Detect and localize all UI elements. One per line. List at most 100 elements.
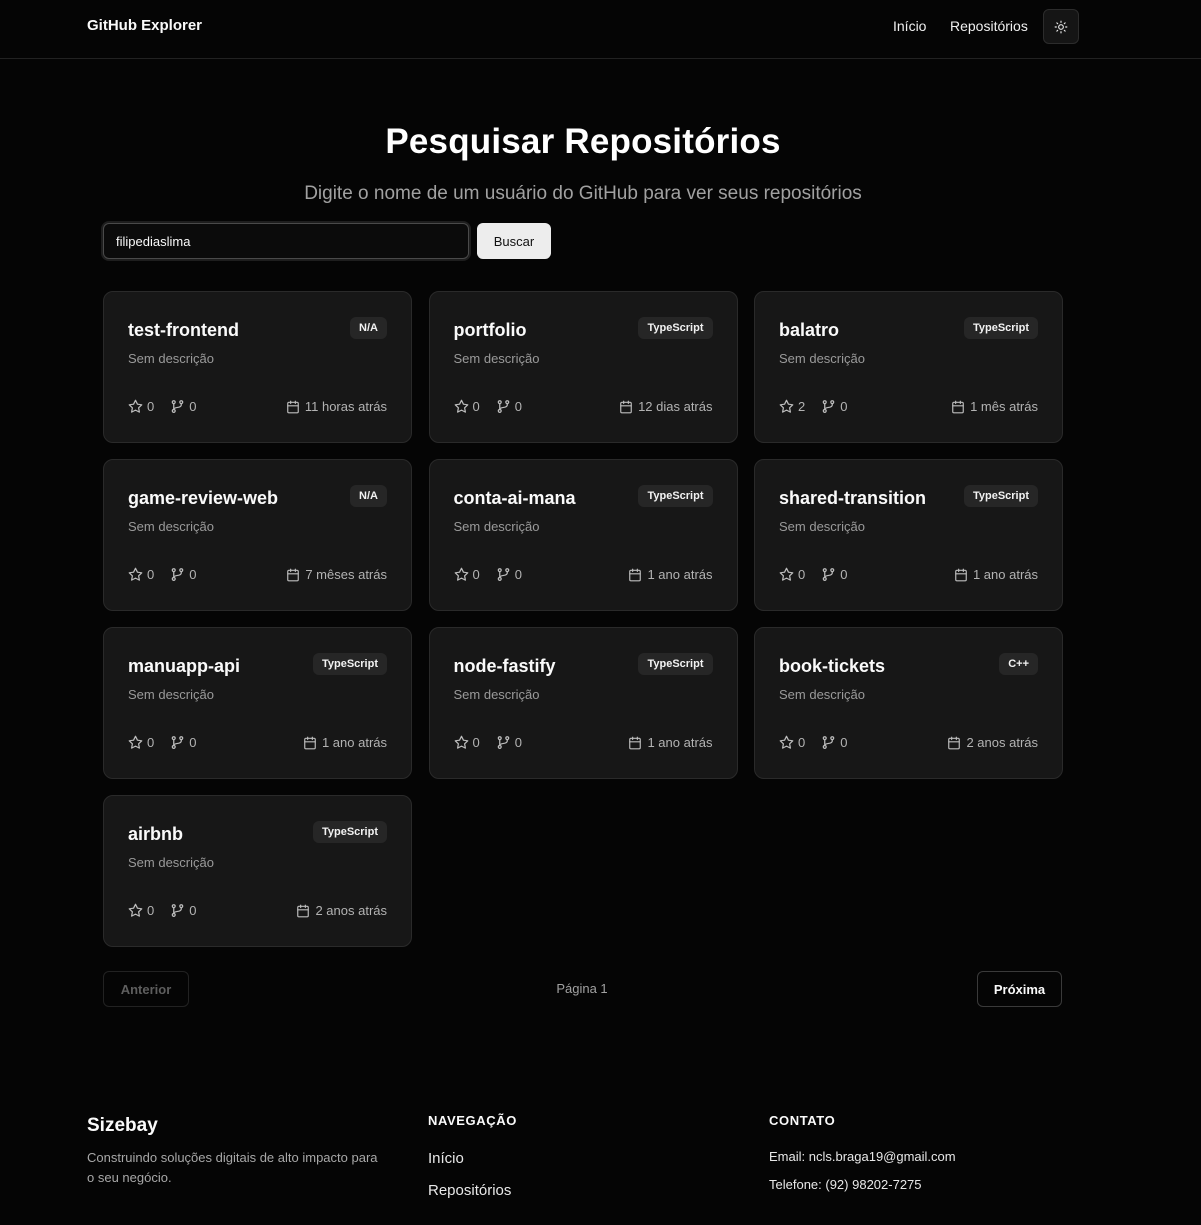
calendar-icon [297, 904, 310, 917]
language-badge: TypeScript [963, 317, 1038, 339]
fork-count: 0 [170, 567, 196, 582]
calendar-icon [304, 736, 316, 749]
repo-description: Sem descrição [779, 351, 865, 366]
fork-count-value: 0 [189, 903, 197, 918]
nav-link-inicio[interactable]: Início [893, 18, 926, 34]
repo-name[interactable]: game-review-web [128, 488, 278, 509]
repo-name[interactable]: conta-ai-mana [454, 488, 576, 509]
star-count-value: 0 [798, 567, 806, 582]
fork-count: 0 [496, 735, 522, 750]
updated-at-value: 7 mêses atrás [305, 567, 387, 582]
calendar-icon [620, 400, 632, 413]
language-badge: C++ [999, 653, 1038, 675]
git-fork-icon [171, 736, 184, 749]
repo-stats: 00 [128, 735, 212, 750]
updated-at: 2 anos atrás [296, 903, 387, 918]
repo-name[interactable]: node-fastify [454, 656, 556, 677]
repo-description: Sem descrição [453, 351, 540, 366]
repo-card[interactable]: balatro TypeScript Sem descrição 2 0 1 mês at… [754, 291, 1063, 443]
repo-name[interactable]: shared-transition [779, 488, 926, 509]
calendar-icon [952, 400, 964, 413]
fork-count-value: 0 [514, 735, 522, 750]
star-count: 0 [454, 735, 480, 750]
repo-name[interactable]: manuapp-api [128, 656, 240, 677]
footer-phone: Telefone: (92) 98202-7275 [769, 1177, 922, 1192]
repo-card[interactable]: book-tickets C++ Sem descrição 0 0 2 anos atr… [754, 627, 1063, 779]
updated-at-value: 1 ano atrás [972, 567, 1038, 582]
fork-count-value: 0 [840, 735, 848, 750]
git-fork-icon [171, 568, 184, 581]
footer-tagline: Construindo soluções digitais de alto im… [87, 1150, 378, 1185]
star-count-value: 0 [147, 735, 155, 750]
repo-description: Sem descrição [779, 519, 865, 534]
language-badge: N/A [350, 485, 387, 507]
repo-name[interactable]: test-frontend [128, 320, 239, 341]
star-count-value: 0 [472, 399, 480, 414]
fork-count: 0 [496, 567, 522, 582]
repo-card[interactable]: portfolio TypeScript Sem descrição 0 0 12 dia… [428, 291, 738, 443]
language-badge: TypeScript [312, 653, 387, 675]
updated-at-value: 2 anos atrás [315, 903, 387, 918]
git-fork-icon [497, 400, 510, 413]
repo-description: Sem descrição [779, 687, 865, 702]
footer-email: Email: ncls.braga19@gmail.com [769, 1149, 956, 1164]
calendar-icon [955, 568, 967, 581]
footer-link-inicio[interactable]: Início [428, 1150, 464, 1167]
repo-name[interactable]: book-tickets [779, 656, 885, 677]
star-count-value: 0 [147, 567, 155, 582]
updated-at: 1 ano atrás [628, 735, 713, 750]
star-count: 2 [779, 399, 805, 414]
fork-count: 0 [821, 567, 847, 582]
repo-description: Sem descrição [453, 519, 540, 534]
star-icon [779, 399, 794, 413]
star-count: 0 [454, 567, 480, 582]
repo-card[interactable]: conta-ai-mana TypeScript Sem descrição 0 0 1 … [428, 459, 738, 611]
repo-description: Sem descrição [128, 351, 214, 366]
repo-stats: 00 [454, 567, 538, 582]
repo-card[interactable]: shared-transition TypeScript Sem descrição… [754, 459, 1063, 611]
next-page-button[interactable]: Próxima [977, 971, 1062, 1007]
repo-card[interactable]: manuapp-api TypeScript Sem descrição 0 0 1 an… [103, 627, 412, 779]
git-fork-icon [822, 736, 835, 749]
star-count: 0 [128, 903, 154, 918]
language-badge: TypeScript [638, 653, 713, 675]
git-fork-icon [171, 400, 184, 413]
star-count-value: 0 [147, 399, 155, 414]
theme-toggle-button[interactable] [1043, 9, 1079, 44]
repo-card[interactable]: test-frontend N/A Sem descrição 0 0 11 horas … [103, 291, 412, 443]
star-icon [128, 903, 143, 917]
repo-description: Sem descrição [128, 855, 214, 870]
language-badge: TypeScript [312, 821, 387, 843]
fork-count-value: 0 [189, 399, 197, 414]
app-brand[interactable]: GitHub Explorer [87, 17, 202, 34]
repo-card[interactable]: game-review-web N/A Sem descrição 0 0 7 mêses… [103, 459, 412, 611]
fork-count: 0 [821, 735, 847, 750]
language-badge: TypeScript [638, 317, 713, 339]
star-icon [128, 567, 143, 581]
language-badge: TypeScript [638, 485, 713, 507]
repo-name[interactable]: balatro [779, 320, 839, 341]
calendar-icon [629, 736, 642, 749]
repo-card[interactable]: airbnb TypeScript Sem descrição 0 0 2 anos at… [103, 795, 412, 947]
repo-card[interactable]: node-fastify TypeScript Sem descrição 0 0 1 a… [428, 627, 738, 779]
nav-link-repositorios[interactable]: Repositórios [950, 18, 1028, 34]
updated-at-value: 2 anos atrás [966, 735, 1038, 750]
username-search-input[interactable] [103, 223, 469, 259]
updated-at: 7 mêses atrás [286, 567, 387, 582]
star-icon [128, 399, 143, 413]
calendar-icon [629, 568, 642, 581]
search-button[interactable]: Buscar [477, 223, 551, 259]
git-fork-icon [822, 568, 835, 581]
git-fork-icon [497, 568, 510, 581]
footer-link-repositorios[interactable]: Repositórios [428, 1182, 511, 1199]
updated-at-value: 1 ano atrás [647, 735, 713, 750]
updated-at-value: 1 ano atrás [321, 735, 387, 750]
repo-stats: 00 [454, 735, 538, 750]
repo-stats: 00 [779, 567, 863, 582]
repo-name[interactable]: portfolio [454, 320, 527, 341]
repo-description: Sem descrição [128, 687, 214, 702]
repo-name[interactable]: airbnb [128, 824, 183, 845]
updated-at-value: 12 dias atrás [638, 399, 713, 414]
page-subtitle: Digite o nome de um usuário do GitHub pa… [304, 183, 862, 204]
language-badge: N/A [350, 317, 387, 339]
